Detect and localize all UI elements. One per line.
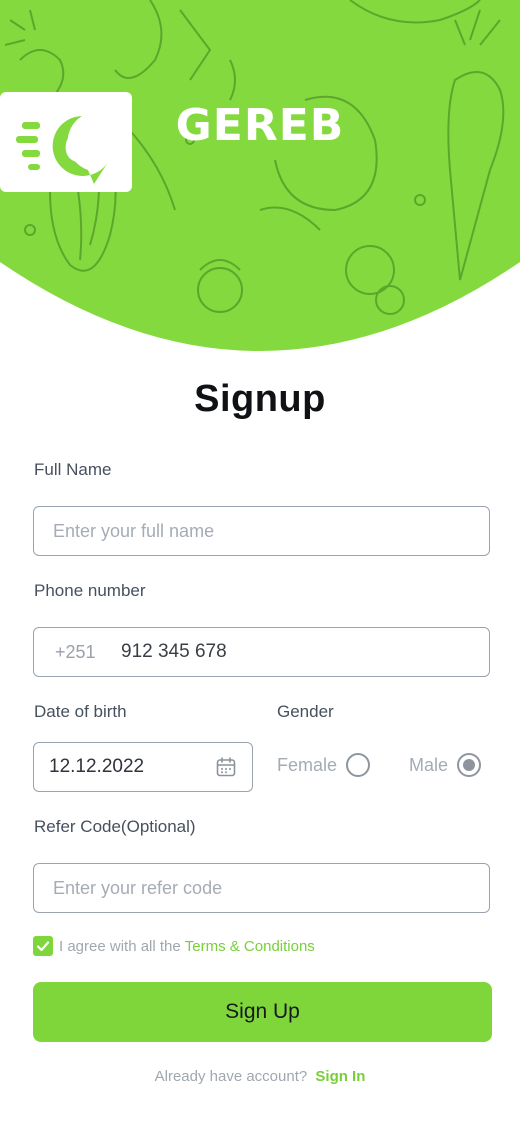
gereb-logo-icon: G: [0, 92, 132, 192]
full-name-field[interactable]: [33, 506, 490, 556]
phone-country-code[interactable]: +251: [55, 628, 96, 676]
dob-value[interactable]: 12.12.2022: [49, 743, 144, 791]
sign-up-button[interactable]: Sign Up: [33, 982, 492, 1042]
refer-code-field[interactable]: [33, 863, 490, 913]
svg-text:G: G: [64, 126, 97, 172]
check-icon: [36, 941, 50, 952]
sign-in-prompt: Already have account? Sign In: [0, 1068, 520, 1085]
hero-banner: G GEREB: [0, 0, 520, 360]
phone-label: Phone number: [34, 581, 146, 600]
agree-checkbox[interactable]: [33, 936, 53, 956]
gender-male-radio[interactable]: [457, 753, 482, 777]
gender-female-label: Female: [277, 754, 338, 775]
gender-female-radio[interactable]: [346, 753, 371, 777]
phone-input[interactable]: 912 345 678: [121, 628, 227, 676]
footer-text: Already have account?: [154, 1068, 308, 1085]
gender-label: Gender: [277, 702, 334, 721]
sign-in-link[interactable]: Sign In: [315, 1068, 365, 1085]
gender-option-male[interactable]: Male: [409, 752, 482, 778]
full-name-input[interactable]: [34, 507, 489, 555]
terms-link[interactable]: Terms & Conditions: [185, 938, 315, 955]
full-name-label: Full Name: [34, 460, 112, 479]
dob-field[interactable]: 12.12.2022: [33, 742, 253, 792]
calendar-icon[interactable]: [216, 757, 236, 777]
terms-agreement: I agree with all the Terms & Conditions: [33, 936, 315, 956]
gender-option-female[interactable]: Female: [277, 752, 371, 778]
page-title: Signup: [194, 378, 326, 420]
dob-label: Date of birth: [34, 702, 127, 721]
phone-field[interactable]: +251 912 345 678: [33, 627, 490, 677]
refer-code-input[interactable]: [34, 864, 489, 912]
brand-logo: G GEREB: [0, 92, 520, 192]
refer-code-label: Refer Code(Optional): [34, 817, 196, 836]
gender-male-label: Male: [409, 754, 449, 775]
agree-text: I agree with all the: [59, 937, 181, 955]
